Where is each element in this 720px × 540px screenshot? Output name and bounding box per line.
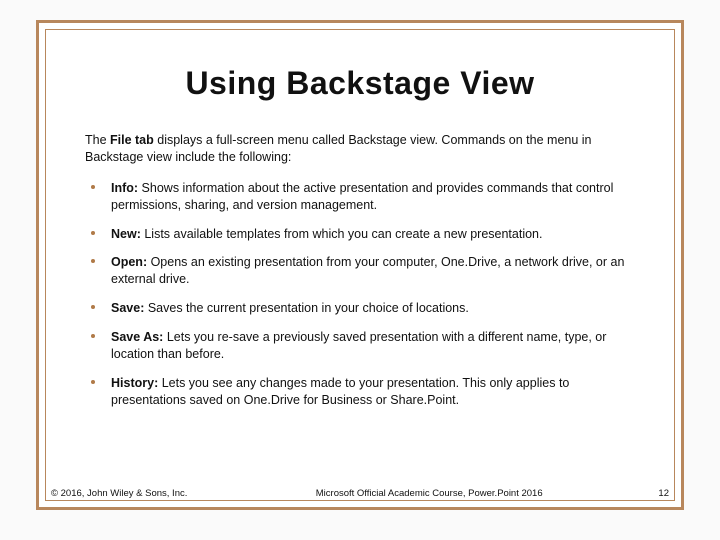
item-text: Opens an existing presentation from your…	[111, 255, 624, 286]
bullet-icon	[91, 380, 95, 384]
footer-course: Microsoft Official Academic Course, Powe…	[187, 488, 641, 499]
list-item: Save As: Lets you re-save a previously s…	[85, 329, 635, 363]
item-text: Lets you re-save a previously saved pres…	[111, 330, 606, 361]
list-item: Save: Saves the current presentation in …	[85, 300, 635, 317]
item-text: Saves the current presentation in your c…	[144, 301, 469, 315]
list-item: Info: Shows information about the active…	[85, 180, 635, 214]
list-item: History: Lets you see any changes made t…	[85, 375, 635, 409]
item-label: Info:	[111, 181, 138, 195]
item-label: New:	[111, 227, 141, 241]
bullet-icon	[91, 185, 95, 189]
bullet-icon	[91, 334, 95, 338]
bullet-icon	[91, 305, 95, 309]
list-item: Open: Opens an existing presentation fro…	[85, 254, 635, 288]
slide: Using Backstage View The File tab displa…	[36, 20, 684, 510]
intro-paragraph: The File tab displays a full-screen menu…	[81, 132, 639, 166]
bullet-icon	[91, 259, 95, 263]
intro-suffix: displays a full-screen menu called Backs…	[85, 133, 592, 164]
item-text: Lets you see any changes made to your pr…	[111, 376, 569, 407]
slide-footer: © 2016, John Wiley & Sons, Inc. Microsof…	[39, 488, 681, 499]
list-item: New: Lists available templates from whic…	[85, 226, 635, 243]
intro-bold: File tab	[110, 133, 154, 147]
item-text: Shows information about the active prese…	[111, 181, 613, 212]
item-label: Save As:	[111, 330, 163, 344]
item-label: Open:	[111, 255, 147, 269]
footer-copyright: © 2016, John Wiley & Sons, Inc.	[51, 488, 187, 499]
bullet-icon	[91, 231, 95, 235]
item-label: History:	[111, 376, 158, 390]
slide-title: Using Backstage View	[81, 65, 639, 102]
item-label: Save:	[111, 301, 144, 315]
bullet-list: Info: Shows information about the active…	[81, 180, 639, 409]
intro-prefix: The	[85, 133, 110, 147]
item-text: Lists available templates from which you…	[141, 227, 543, 241]
footer-page-number: 12	[641, 488, 669, 499]
